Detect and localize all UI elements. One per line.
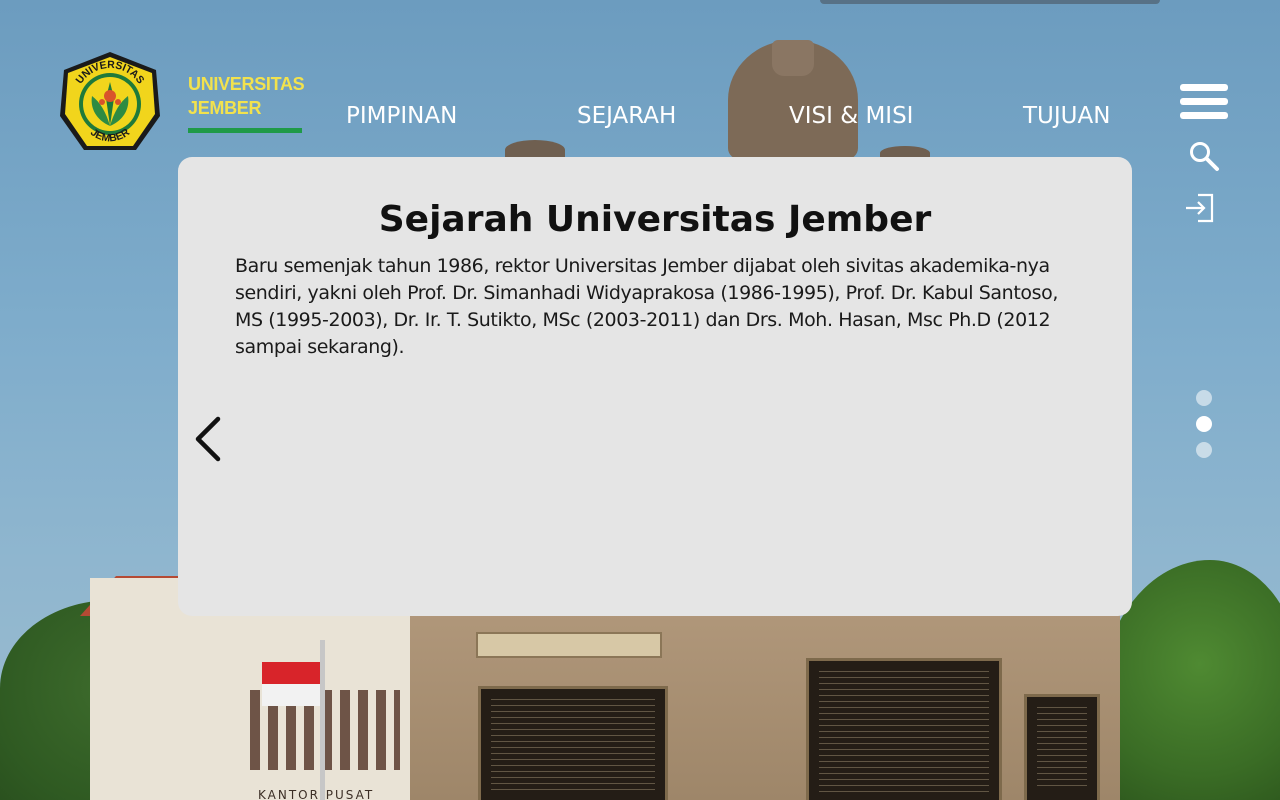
university-logo[interactable]: UNIVERSITAS JEMBER [56, 50, 164, 158]
pagination-dot[interactable] [1196, 442, 1212, 458]
monument-plaque [806, 658, 1002, 800]
flag-white-stripe [262, 684, 320, 706]
login-icon[interactable] [1184, 192, 1216, 224]
pagination-dot-active[interactable] [1196, 416, 1212, 432]
nav-item-tujuan[interactable]: TUJUAN [1023, 103, 1110, 129]
brand-underline [188, 128, 302, 133]
card-title: Sejarah Universitas Jember [378, 199, 932, 240]
search-icon[interactable] [1188, 140, 1220, 172]
content-card: Sejarah Universitas Jember Baru semenjak… [178, 157, 1132, 616]
nav-item-visi-misi[interactable]: VISI & MISI [789, 103, 913, 129]
flag-red-stripe [262, 662, 320, 684]
brand-line-1: UNIVERSITAS [188, 74, 305, 94]
statue-head [772, 40, 814, 76]
building-sign: KANTOR PUSAT [258, 788, 375, 800]
monument-name-board [476, 632, 662, 658]
brand-name[interactable]: UNIVERSITAS JEMBER [188, 72, 305, 120]
flagpole [320, 640, 325, 800]
top-strip [820, 0, 1160, 4]
chevron-left-icon[interactable] [192, 415, 226, 463]
card-body-text: Baru semenjak tahun 1986, rektor Univers… [235, 255, 1058, 358]
hamburger-menu-icon[interactable] [1180, 84, 1228, 120]
monument-plaque [478, 686, 668, 800]
nav-item-pimpinan[interactable]: PIMPINAN [346, 103, 457, 129]
monument-plaque [1024, 694, 1100, 800]
brand-line-2: JEMBER [188, 98, 262, 118]
pagination-dot[interactable] [1196, 390, 1212, 406]
nav-item-sejarah[interactable]: SEJARAH [577, 103, 676, 129]
